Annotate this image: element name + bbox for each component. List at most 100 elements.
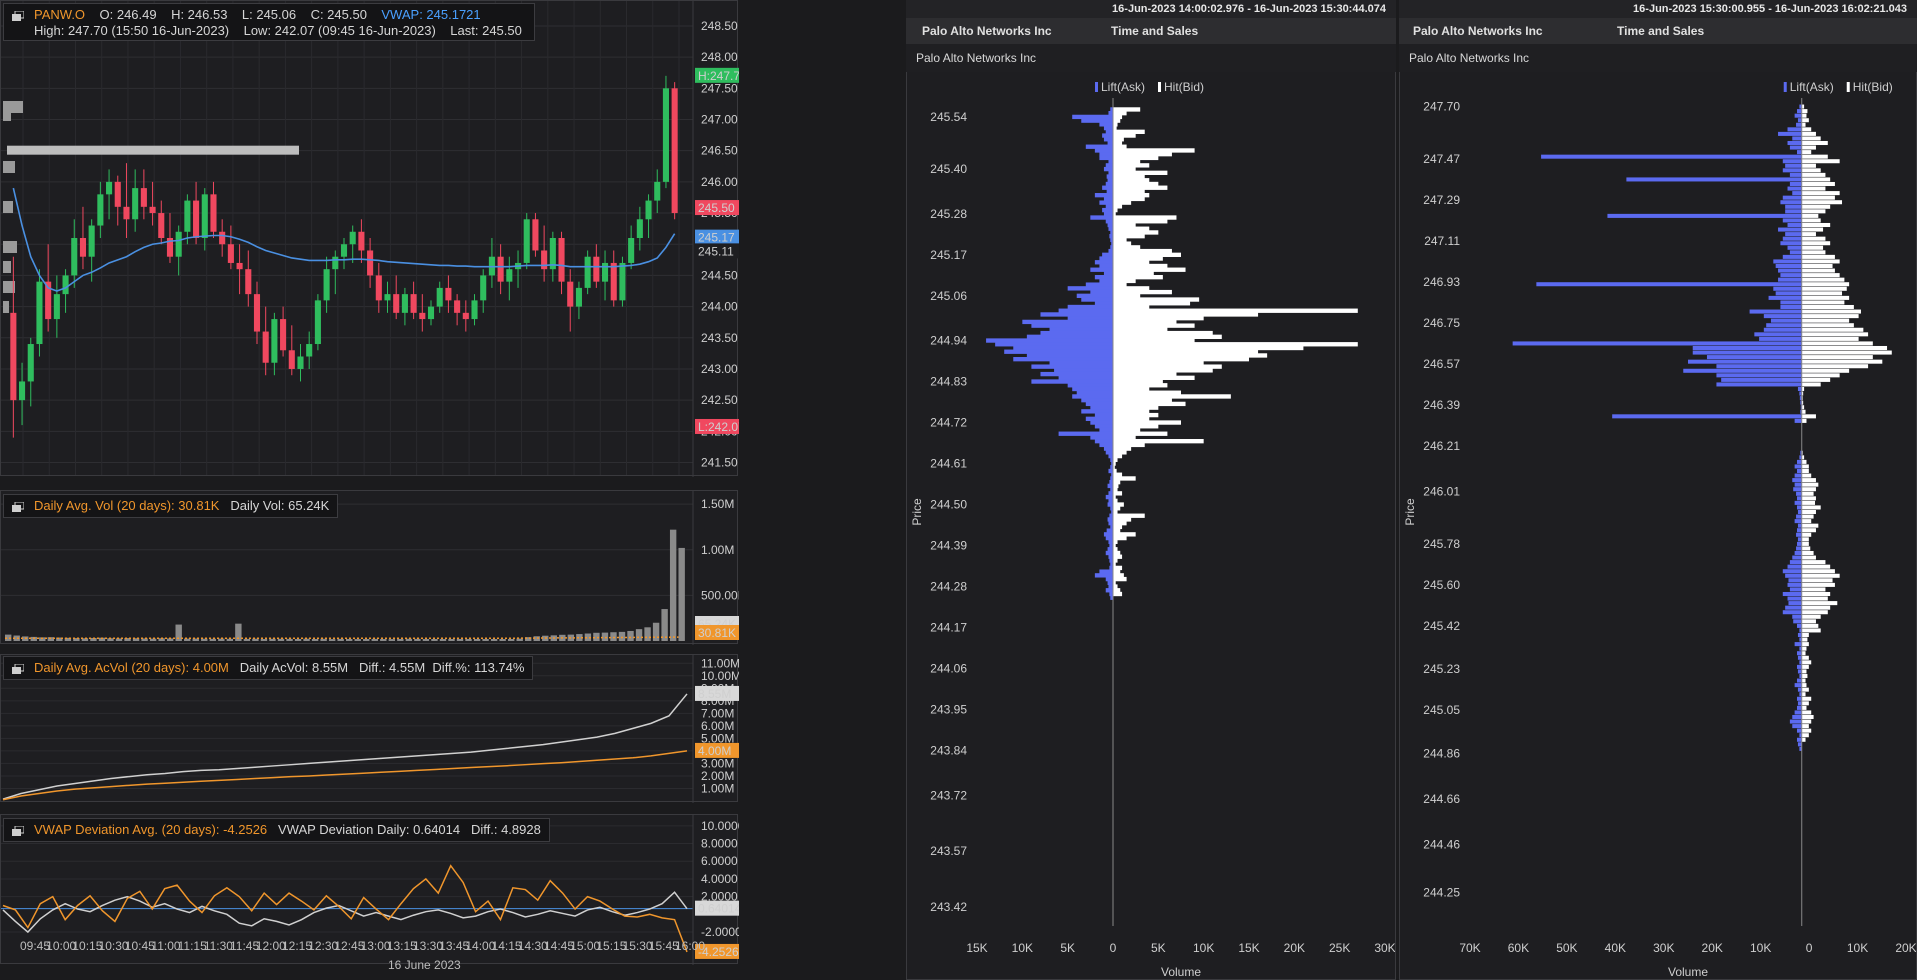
ask-bar bbox=[1085, 144, 1113, 149]
ask-bar bbox=[1108, 248, 1113, 254]
bid-bar bbox=[1113, 554, 1123, 559]
bid-bar bbox=[1801, 250, 1826, 255]
ask-bar bbox=[1721, 377, 1802, 382]
ask-bar bbox=[1107, 140, 1113, 146]
ask-bar bbox=[1796, 491, 1802, 496]
ask-bar bbox=[1105, 204, 1113, 209]
ts2-company-tab[interactable]: Palo Alto Networks Inc bbox=[1413, 18, 1543, 44]
ask-bar bbox=[1058, 431, 1113, 436]
volume-bar bbox=[363, 638, 370, 641]
candle-body bbox=[384, 294, 391, 301]
ask-bar bbox=[1049, 360, 1113, 366]
ask-bar bbox=[1797, 150, 1802, 155]
volume-bar bbox=[644, 627, 651, 641]
bid-bar bbox=[1113, 275, 1163, 280]
window-icon[interactable] bbox=[12, 11, 24, 21]
price-tick: 244.00 bbox=[701, 300, 738, 314]
ask-bar bbox=[1794, 710, 1802, 715]
price-chart: 248.50 248.00 247.50 247.00 246.50 246.00 245.… bbox=[1, 1, 739, 477]
ask-bar bbox=[1107, 580, 1113, 585]
bid-bar bbox=[1113, 189, 1145, 194]
ts2-time-range: 16-Jun-2023 15:30:00.955 - 16-Jun-2023 1… bbox=[1399, 0, 1917, 18]
ask-bar bbox=[1796, 546, 1802, 551]
ask-bar bbox=[1040, 330, 1113, 336]
ask-bar bbox=[1109, 591, 1113, 597]
bid-bar bbox=[1801, 464, 1809, 469]
volume-bar bbox=[465, 638, 472, 641]
candle-body bbox=[62, 275, 69, 295]
ask-bar bbox=[1099, 427, 1113, 433]
bid-legend-swatch bbox=[1846, 82, 1850, 92]
ts1-time-sales-tab[interactable]: Time and Sales bbox=[1111, 18, 1198, 44]
bid-bar bbox=[1801, 291, 1843, 296]
bid-bar bbox=[1113, 472, 1123, 477]
ask-bar bbox=[1099, 263, 1113, 269]
bid-bar bbox=[1113, 420, 1181, 425]
bid-bar bbox=[1113, 439, 1204, 444]
bid-bar bbox=[1113, 364, 1222, 369]
candle-body bbox=[532, 219, 539, 251]
bid-bar bbox=[1801, 705, 1807, 710]
price-level-tick: 247.11 bbox=[1424, 234, 1460, 248]
ask-bar bbox=[1626, 177, 1802, 182]
bid-bar bbox=[1801, 282, 1850, 287]
close-tag: 245.11 bbox=[698, 244, 734, 258]
price-level-tick: 246.01 bbox=[1423, 485, 1460, 499]
ask-bar bbox=[1109, 513, 1113, 518]
window-icon[interactable] bbox=[12, 826, 24, 836]
ask-bar bbox=[1787, 582, 1802, 587]
bid-bar bbox=[1801, 669, 1807, 674]
bid-bar bbox=[1113, 573, 1124, 578]
bid-bar bbox=[1801, 382, 1821, 387]
ask-bar bbox=[1108, 584, 1113, 589]
ask-bar bbox=[1102, 133, 1113, 138]
bid-bar bbox=[1113, 256, 1163, 261]
ts2-time-sales-tab[interactable]: Time and Sales bbox=[1617, 18, 1704, 44]
bid-bar bbox=[1113, 200, 1132, 205]
bid-bar bbox=[1801, 642, 1809, 647]
bid-bar bbox=[1113, 140, 1123, 146]
bid-bar bbox=[1801, 263, 1833, 269]
ask-bar bbox=[1109, 543, 1113, 548]
ask-bar bbox=[1108, 170, 1113, 175]
bid-bar bbox=[1801, 118, 1809, 123]
date-label: 16 June 2023 bbox=[388, 958, 461, 972]
candle-body bbox=[323, 269, 330, 301]
bid-bar bbox=[1113, 237, 1127, 243]
ask-bar bbox=[1099, 256, 1113, 261]
price-level-tick: 245.06 bbox=[930, 289, 967, 303]
ask-bar bbox=[1076, 293, 1113, 298]
candle-body bbox=[123, 206, 130, 220]
bid-bar bbox=[1113, 122, 1118, 127]
window-icon[interactable] bbox=[12, 664, 24, 674]
volume-bar bbox=[669, 529, 677, 641]
y-axis-label: Price bbox=[910, 498, 924, 526]
ask-bar bbox=[1103, 166, 1113, 172]
bid-bar bbox=[1801, 345, 1888, 351]
bid-bar bbox=[1113, 133, 1136, 138]
candle-body bbox=[375, 275, 382, 301]
price-legend: PANW.O O: 246.49 H: 246.53 L: 245.06 C: … bbox=[3, 3, 535, 41]
ask-bar bbox=[1072, 114, 1113, 120]
candle-body bbox=[558, 238, 565, 282]
window-icon[interactable] bbox=[12, 502, 24, 512]
ask-bar bbox=[1031, 364, 1113, 369]
ask-bar bbox=[986, 338, 1113, 343]
bid-bar bbox=[1801, 122, 1806, 127]
ask-bar bbox=[1768, 295, 1802, 300]
bid-bar bbox=[1801, 241, 1831, 246]
volume-bar bbox=[482, 638, 489, 641]
bid-bar bbox=[1801, 232, 1816, 237]
candle-body bbox=[332, 256, 339, 270]
bid-bar bbox=[1113, 357, 1249, 362]
bid-bar bbox=[1801, 482, 1819, 487]
low-tag: L:242.07 bbox=[698, 420, 739, 434]
ask-bar bbox=[1796, 514, 1802, 519]
ask-bar bbox=[1789, 560, 1802, 565]
price-level-tick: 244.28 bbox=[930, 580, 967, 594]
acvol-diff-label: Diff.: 4.55M bbox=[358, 660, 426, 675]
ask-legend-label: Lift(Ask) bbox=[1101, 80, 1145, 94]
ask-bar bbox=[1081, 398, 1113, 403]
ts1-company-tab[interactable]: Palo Alto Networks Inc bbox=[922, 18, 1052, 44]
volume-tick: 25K bbox=[1329, 941, 1350, 955]
